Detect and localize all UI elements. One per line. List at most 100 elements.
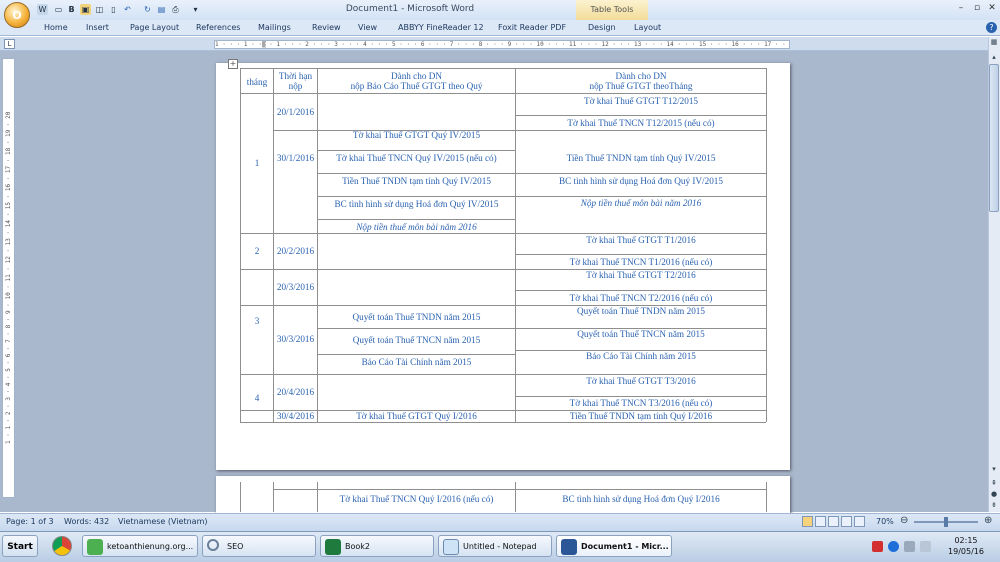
tab-review[interactable]: Review [312, 23, 341, 32]
scroll-up-icon[interactable]: ▴ [988, 52, 1000, 62]
monthly-item[interactable]: BC tình hình sử dụng Hoá đơn Quý I/2016 [516, 494, 766, 504]
quarterly-item[interactable]: Tờ khai Thuế TNCN Quý IV/2015 (nếu có) [318, 153, 515, 163]
previous-page-icon[interactable]: ⇞ [988, 478, 1000, 488]
tab-foxit[interactable]: Foxit Reader PDF [498, 23, 566, 32]
redo-icon[interactable]: ↻ [142, 4, 153, 15]
print-layout-icon[interactable] [802, 516, 813, 527]
tab-references[interactable]: References [196, 23, 240, 32]
print-icon[interactable]: ⎙ [170, 4, 181, 15]
taskbar-item-word[interactable]: Document1 - Micr... [556, 535, 672, 557]
monthly-item[interactable]: Tờ khai Thuế TNCN T1/2016 (nếu có) [516, 257, 766, 267]
start-button[interactable]: Start [2, 535, 38, 557]
antivirus-icon[interactable] [872, 541, 883, 552]
quarterly-item[interactable]: Quyết toán Thuế TNCN năm 2015 [318, 335, 515, 345]
deadline-cell[interactable]: 20/2/2016 [274, 246, 317, 256]
page-count[interactable]: Page: 1 of 3 [6, 517, 54, 526]
zoom-level[interactable]: 70% [876, 517, 894, 526]
outline-view-icon[interactable] [841, 516, 852, 527]
restore-icon[interactable]: ▫ [970, 3, 984, 15]
tab-mailings[interactable]: Mailings [258, 23, 291, 32]
volume-icon[interactable] [920, 541, 931, 552]
taskbar-item-browser[interactable]: ketoanthienung.org... [82, 535, 198, 557]
monthly-item[interactable]: Quyết toán Thuế TNDN năm 2015 [516, 306, 766, 316]
clock[interactable]: 02:15 19/05/16 [944, 535, 988, 557]
deadline-cell[interactable]: 20/3/2016 [274, 282, 317, 292]
blank-page-icon[interactable]: ▯ [108, 4, 119, 15]
monthly-item[interactable]: Tờ khai Thuế GTGT T2/2016 [516, 270, 766, 280]
ruler-toggle-icon[interactable]: ▦ [988, 37, 1000, 47]
help-icon[interactable]: ? [986, 22, 997, 33]
new-document-icon[interactable]: ▭ [53, 4, 64, 15]
monthly-item[interactable]: BC tình hình sử dụng Hoá đơn Quý IV/2015 [516, 176, 766, 186]
tab-page-layout[interactable]: Page Layout [130, 23, 179, 32]
quarterly-item[interactable]: Tiền Thuế TNDN tạm tính Quý IV/2015 [318, 176, 515, 186]
month-cell[interactable]: 4 [241, 393, 273, 403]
info-icon[interactable] [888, 541, 899, 552]
monthly-item[interactable]: Quyết toán Thuế TNCN năm 2015 [516, 329, 766, 339]
monthly-item[interactable]: Báo Cáo Tài Chính năm 2015 [516, 351, 766, 361]
next-page-icon[interactable]: ⇟ [988, 500, 1000, 510]
draft-view-icon[interactable] [854, 516, 865, 527]
quarterly-item[interactable]: Quyết toán Thuế TNDN năm 2015 [318, 312, 515, 322]
monthly-item[interactable]: Tiền Thuế TNDN tạm tính Quý I/2016 [516, 411, 766, 421]
zoom-out-icon[interactable]: ⊖ [900, 515, 908, 526]
tab-layout[interactable]: Layout [634, 23, 661, 32]
month-cell[interactable]: 2 [241, 246, 273, 256]
office-button[interactable]: O [4, 2, 30, 28]
open-folder-icon[interactable]: ▣ [80, 4, 91, 15]
quarterly-item[interactable]: Tờ khai Thuế GTGT Quý IV/2015 [318, 130, 515, 140]
tab-home[interactable]: Home [44, 23, 68, 32]
monthly-item[interactable]: Nộp tiền thuế môn bài năm 2016 [516, 198, 766, 208]
monthly-item[interactable]: Tờ khai Thuế TNCN T12/2015 (nếu có) [516, 118, 766, 128]
quarterly-item[interactable]: BC tình hình sử dụng Hoá đơn Quý IV/2015 [318, 199, 515, 209]
quarterly-item[interactable]: Tờ khai Thuế GTGT Quý I/2016 [318, 411, 515, 421]
tab-design[interactable]: Design [588, 23, 616, 32]
full-screen-reading-icon[interactable] [815, 516, 826, 527]
save-icon[interactable]: ▤ [156, 4, 167, 15]
quarterly-item[interactable]: Tờ khai Thuế TNCN Quý I/2016 (nếu có) [318, 494, 515, 504]
table-rule [766, 68, 767, 422]
taskbar-item-notepad[interactable]: Untitled - Notepad [438, 535, 552, 557]
deadline-cell[interactable]: 30/4/2016 [274, 411, 317, 421]
horizontal-ruler[interactable]: 1 · · · 1 · ·▒ · 1 · · · 2 · · · 3 · · ·… [214, 40, 790, 49]
deadline-cell[interactable]: 30/1/2016 [274, 153, 317, 163]
scroll-down-icon[interactable]: ▾ [988, 464, 1000, 474]
monthly-item[interactable]: Tờ khai Thuế GTGT T3/2016 [516, 376, 766, 386]
tab-selector[interactable]: L [4, 39, 15, 49]
quarterly-item[interactable]: Nộp tiền thuế môn bài năm 2016 [318, 222, 515, 232]
taskbar-item-search[interactable]: SEO [202, 535, 316, 557]
monthly-item[interactable]: Tờ khai Thuế TNCN T3/2016 (nếu có) [516, 398, 766, 408]
deadline-cell[interactable]: 20/4/2016 [274, 387, 317, 397]
zoom-slider-thumb[interactable] [944, 517, 948, 527]
table-rule [240, 233, 766, 234]
taskbar-item-excel[interactable]: Book2 [320, 535, 434, 557]
web-layout-icon[interactable] [828, 516, 839, 527]
scroll-thumb[interactable] [989, 64, 999, 212]
tab-insert[interactable]: Insert [86, 23, 109, 32]
close-icon[interactable]: ✕ [985, 3, 999, 15]
print-preview-icon[interactable]: ◫ [94, 4, 105, 15]
browse-object-icon[interactable]: ● [988, 489, 1000, 499]
month-cell[interactable]: 3 [241, 316, 273, 326]
minimize-icon[interactable]: – [954, 3, 968, 15]
tab-view[interactable]: View [358, 23, 377, 32]
table-move-handle-icon[interactable]: + [228, 59, 238, 69]
deadline-cell[interactable]: 20/1/2016 [274, 107, 317, 117]
vertical-ruler[interactable]: 1 · 1 · 2 · 3 · 4 · 5 · 6 · 7 · 8 · 9 · … [2, 58, 15, 498]
undo-icon[interactable]: ↶ [122, 4, 133, 15]
zoom-in-icon[interactable]: ⊕ [984, 515, 992, 526]
chrome-icon[interactable] [52, 536, 72, 556]
deadline-cell[interactable]: 30/3/2016 [274, 334, 317, 344]
monthly-item[interactable]: Tờ khai Thuế TNCN T2/2016 (nếu có) [516, 293, 766, 303]
monthly-item[interactable]: Tờ khai Thuế GTGT T12/2015 [516, 96, 766, 106]
tab-abbyy[interactable]: ABBYY FineReader 12 [398, 23, 484, 32]
language-status[interactable]: Vietnamese (Vietnam) [118, 517, 207, 526]
bold-icon[interactable]: B [66, 4, 77, 15]
word-count[interactable]: Words: 432 [64, 517, 109, 526]
customize-toolbar-icon[interactable]: ▾ [190, 4, 201, 15]
network-icon[interactable] [904, 541, 915, 552]
monthly-item[interactable]: Tiền Thuế TNDN tạm tính Quý IV/2015 [516, 153, 766, 163]
monthly-item[interactable]: Tờ khai Thuế GTGT T1/2016 [516, 235, 766, 245]
month-cell[interactable]: 1 [241, 158, 273, 168]
quarterly-item[interactable]: Báo Cáo Tài Chính năm 2015 [318, 357, 515, 367]
